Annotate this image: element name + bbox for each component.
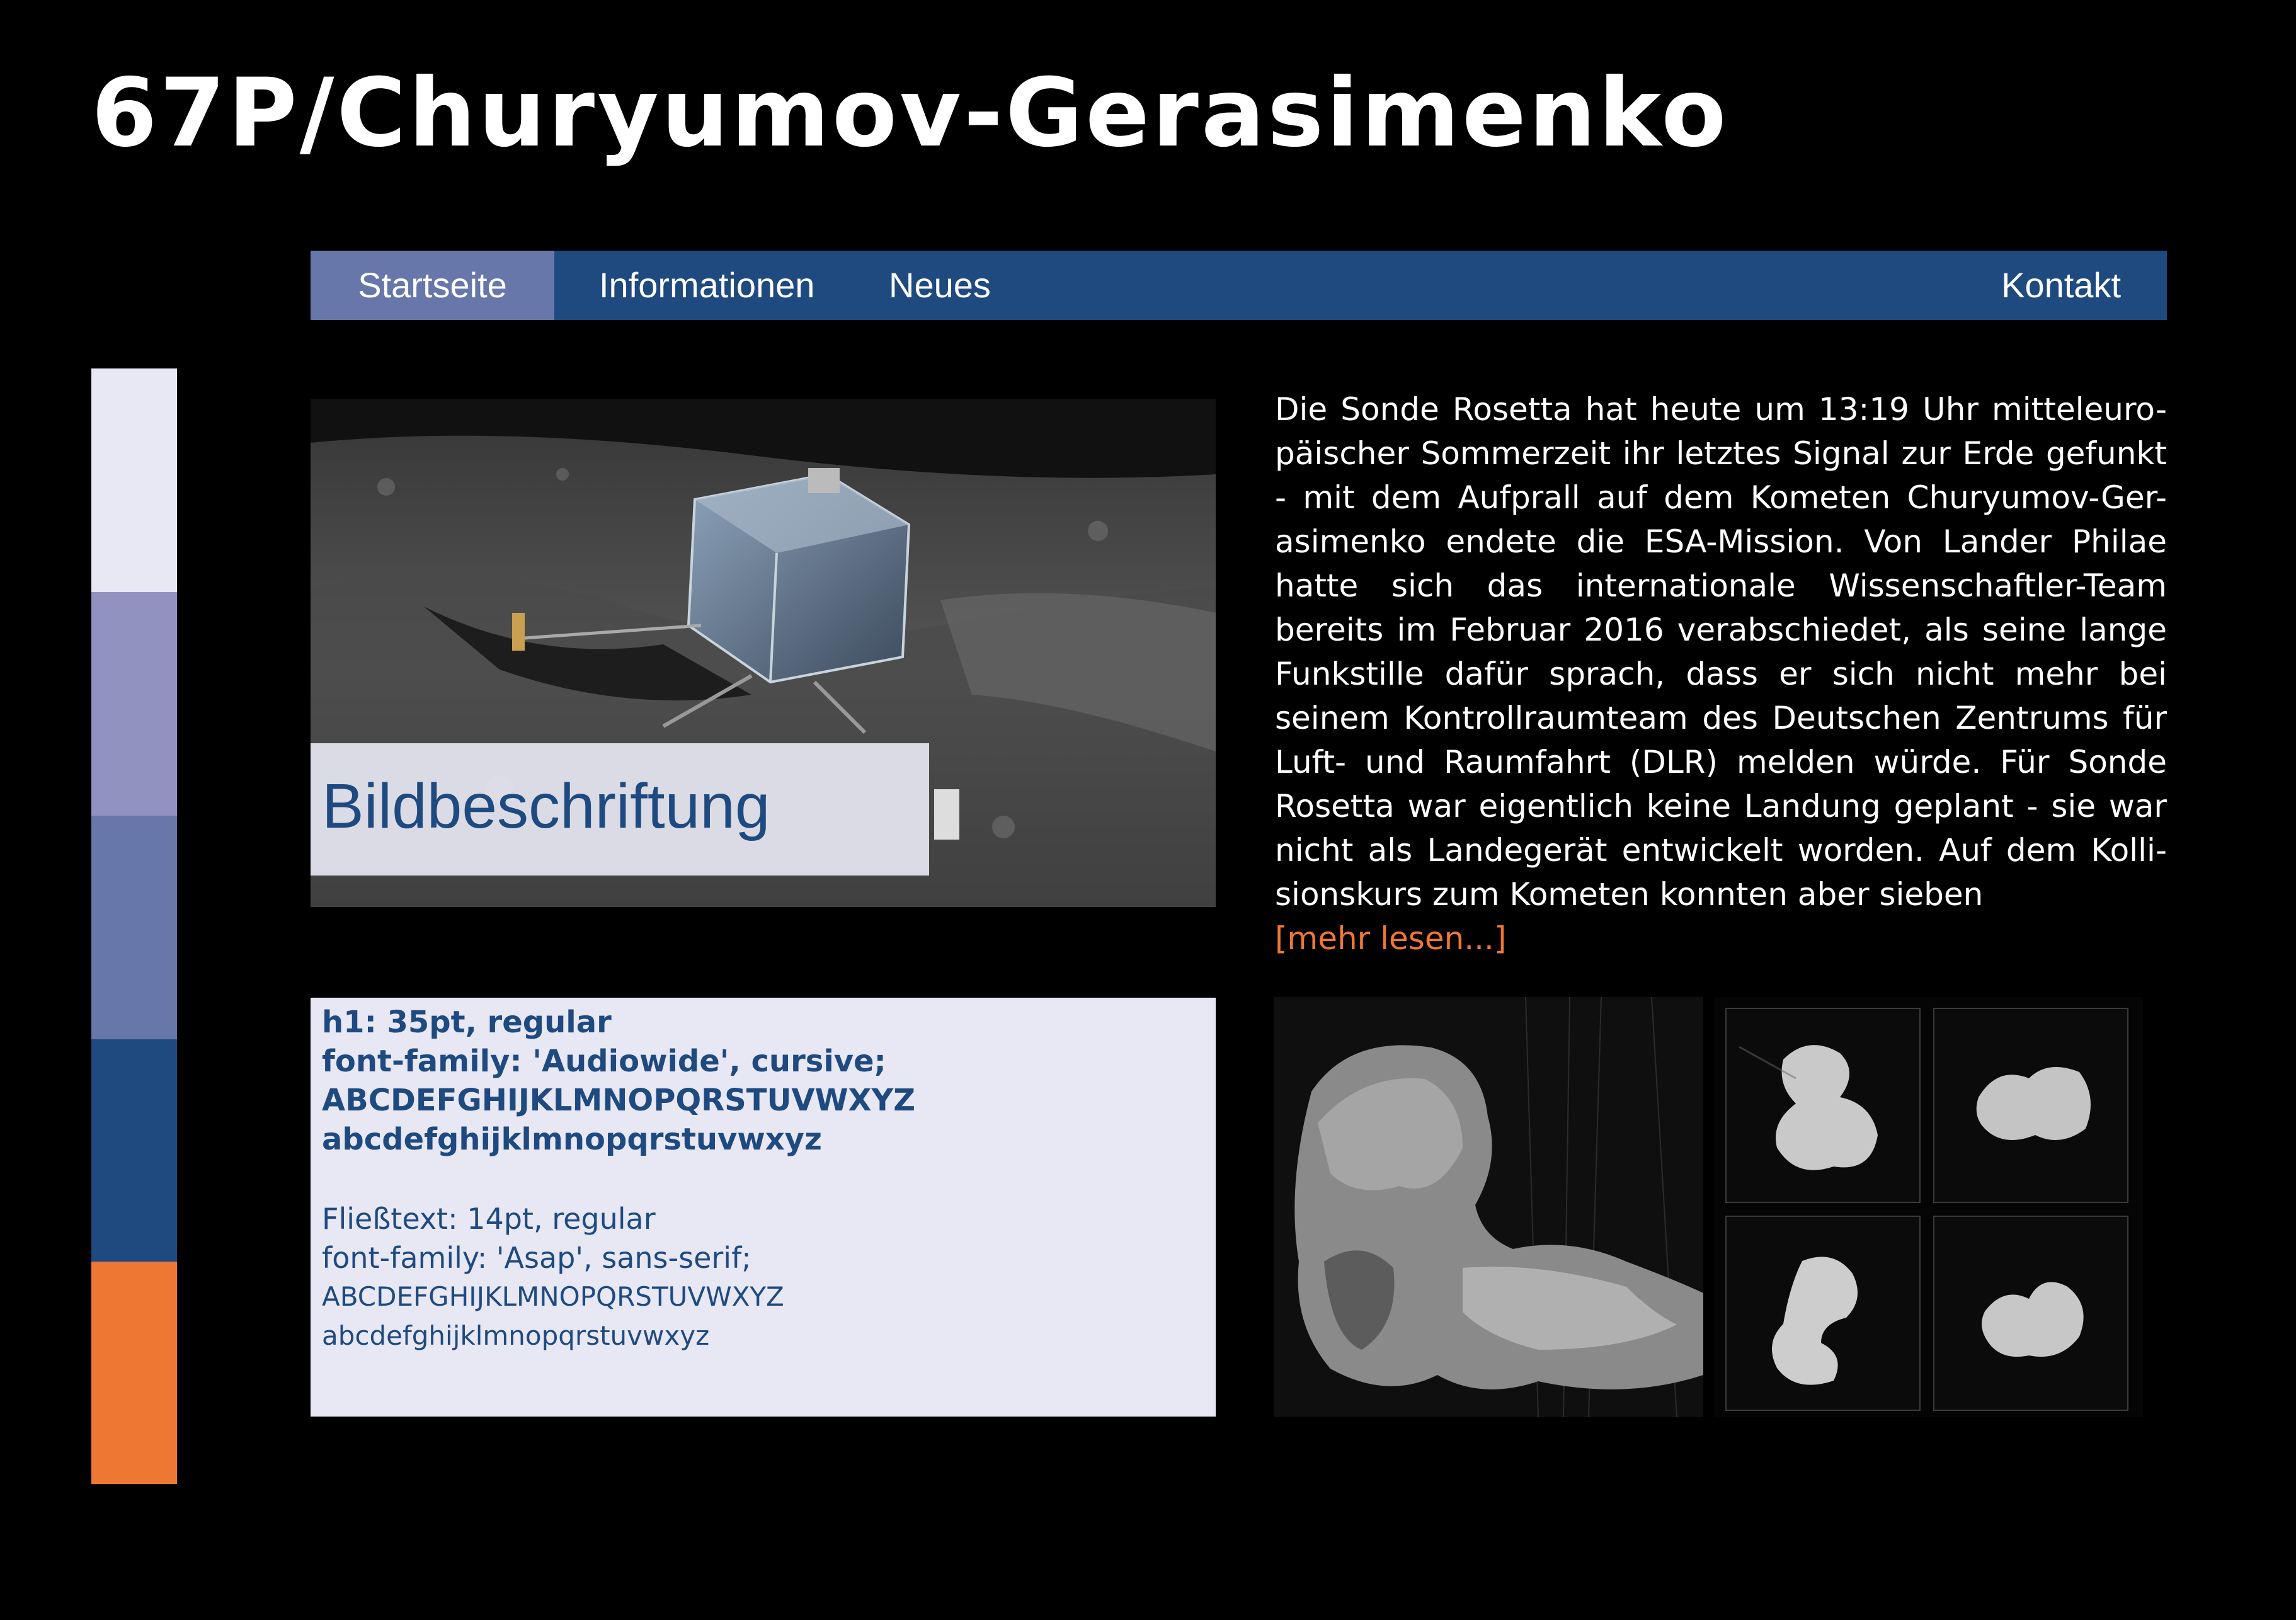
article-line: nicht als Landegerät entwickelt worden. … [1275,832,2167,869]
body-spec: Fließtext: 14pt, regular [322,1202,656,1236]
image-caption-box: Bildbeschriftung [311,743,929,876]
color-swatch-navy [91,1039,177,1262]
comet-thumbnail [1725,1008,1921,1203]
nav-item-startseite[interactable]: Startseite [311,251,554,320]
article-line: sionskurs zum Kometen konnten aber siebe… [1275,876,1984,913]
typography-spec-box: h1: 35pt, regular font-family: 'Audiowid… [311,998,1216,1417]
comet-thumbnail-illustration [1727,1217,1919,1410]
nav-item-informationen[interactable]: Informationen [599,251,814,320]
article-text: Die Sonde Rosetta hat heute um 13:19 Uhr… [1275,387,2167,961]
article-line: hatte sich das internationale Wissenscha… [1275,568,2167,604]
comet-thumbnail-illustration [1934,1217,2127,1410]
color-swatch-lavender [91,592,177,816]
main-navigation: Startseite Informationen Neues Kontakt [311,251,2167,320]
comet-thumbnail [1933,1008,2128,1203]
page-title: 67P/Churyumov-Gerasimenko [91,59,1729,168]
color-swatch-slate-blue [91,816,177,1039]
comet-thumbnail [1725,1216,1921,1411]
article-line: asimenko endete die ESA-Mission. Von Lan… [1275,523,2167,560]
comet-closeup-illustration [1274,997,1703,1417]
body-font-family: font-family: 'Asap', sans-serif; [322,1241,751,1275]
body-uppercase-sample: ABCDEFGHIJKLMNOPQRSTUVWXYZ [322,1281,784,1312]
h1-spec: h1: 35pt, regular [322,1005,612,1040]
color-swatch-orange [91,1262,177,1484]
article-line: päischer Sommerzeit ihr letztes Signal z… [1275,435,2167,472]
article-line: bereits im Februar 2016 verabschiedet, a… [1275,612,2167,648]
h1-uppercase-sample: ABCDEFGHIJKLMNOPQRSTUVWXYZ [322,1083,916,1118]
article-line: - mit dem Aufprall auf dem Kometen Chury… [1275,479,2167,516]
article-line: Luft- und Raumfahrt (DLR) melden würde. … [1275,744,2167,780]
comet-thumbnail [1933,1216,2128,1411]
comet-closeup-image [1274,997,1703,1417]
nav-item-neues[interactable]: Neues [889,251,991,320]
comet-thumbnail-illustration [1727,1009,1919,1202]
body-lowercase-sample: abcdefghijklmnopqrstuvwxyz [322,1320,710,1351]
h1-font-family: font-family: 'Audiowide', cursive; [322,1044,886,1079]
article-line: Die Sonde Rosetta hat heute um 13:19 Uhr… [1275,391,2167,428]
article-line: Funkstille dafür sprach, dass er sich ni… [1275,656,2167,692]
article-line: seinem Kontrollraumteam des Deutschen Ze… [1275,700,2167,736]
image-caption: Bildbeschriftung [322,771,770,841]
read-more-link[interactable]: [mehr lesen...] [1275,916,2167,961]
nav-item-kontakt[interactable]: Kontakt [2001,251,2121,320]
article-line: Rosetta war eigentlich keine Landung gep… [1275,788,2167,824]
comet-thumbnail-grid [1715,997,2143,1417]
color-swatch-light-lavender [91,368,177,592]
comet-thumbnail-illustration [1934,1009,2127,1202]
h1-lowercase-sample: abcdefghijklmnopqrstuvwxyz [322,1122,822,1157]
